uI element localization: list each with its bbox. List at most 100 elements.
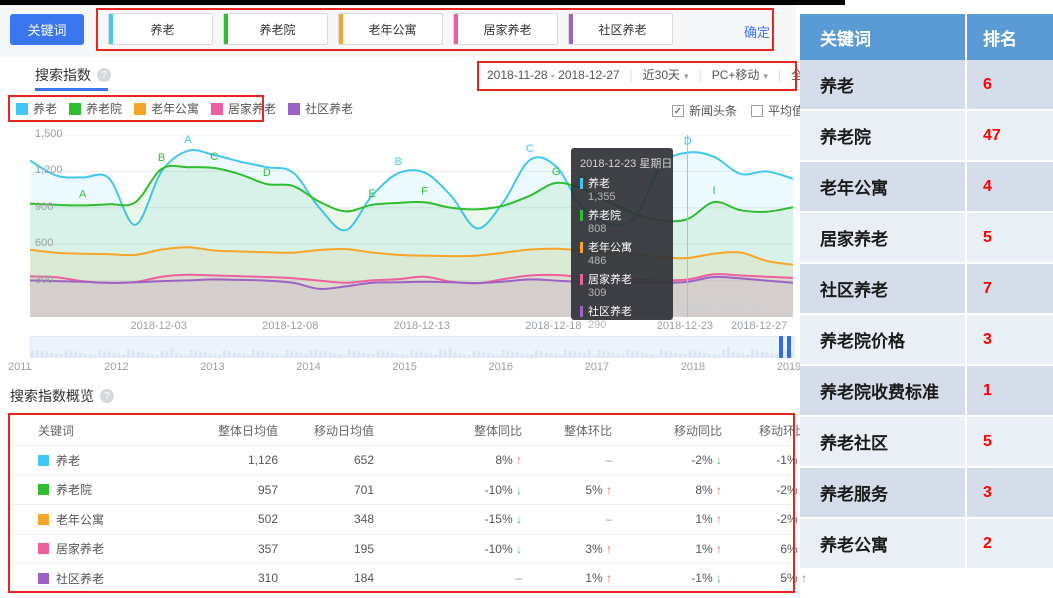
tooltip-series-label: 居家养老 bbox=[588, 271, 632, 287]
rank-table-row[interactable]: 养老院价格3 bbox=[800, 315, 1053, 366]
rank-keyword-cell: 老年公寓 bbox=[800, 162, 965, 211]
checkbox-average[interactable]: 平均值 bbox=[751, 102, 804, 119]
rank-table-row[interactable]: 养老院收费标准1 bbox=[800, 366, 1053, 417]
x-axis-tick: 2018-12-08 bbox=[262, 320, 318, 332]
overview-value-cell: 6% ↑ bbox=[722, 542, 807, 556]
peak-letter-marker[interactable]: G bbox=[552, 166, 561, 178]
rank-table-row[interactable]: 养老院47 bbox=[800, 111, 1053, 162]
table-row[interactable]: 养老院957701-10% ↓5% ↑8% ↑-2% ↓ bbox=[10, 475, 793, 505]
table-row[interactable]: 老年公寓502348-15% ↓–1% ↑-2% ↓ bbox=[10, 504, 793, 534]
rank-table-row[interactable]: 养老服务3 bbox=[800, 468, 1053, 519]
rank-table-row[interactable]: 社区养老7 bbox=[800, 264, 1053, 315]
peak-letter-marker[interactable]: A bbox=[184, 134, 192, 146]
confirm-link[interactable]: 确定 bbox=[744, 22, 770, 41]
rank-value-cell: 3 bbox=[965, 315, 1053, 364]
peak-letter-marker[interactable]: I bbox=[713, 185, 716, 197]
help-icon[interactable]: ? bbox=[100, 389, 114, 403]
rank-header-keyword: 关键词 bbox=[800, 14, 965, 60]
legend-swatch bbox=[16, 103, 28, 115]
percent-value: -15% bbox=[485, 512, 516, 526]
peak-letter-marker[interactable]: F bbox=[421, 185, 428, 197]
table-row[interactable]: 居家养老357195-10% ↓3% ↑1% ↑6% ↑ bbox=[10, 534, 793, 564]
keyword-input[interactable] bbox=[573, 14, 672, 44]
period-dropdown[interactable]: 近30天▾ bbox=[643, 66, 689, 83]
keyword-input[interactable] bbox=[228, 14, 327, 44]
slider-handle-left[interactable] bbox=[779, 336, 783, 358]
peak-letter-marker[interactable]: A bbox=[79, 188, 87, 200]
help-icon[interactable]: ? bbox=[97, 68, 111, 82]
legend-item[interactable]: 居家养老 bbox=[211, 100, 276, 117]
percent-value: 8% bbox=[695, 483, 716, 497]
date-range-control[interactable]: 2018-11-28 - 2018-12-27 bbox=[487, 68, 620, 82]
legend-label: 老年公寓 bbox=[151, 100, 199, 117]
section-search-index: 搜索指数 ? bbox=[35, 65, 111, 85]
chart-svg: ABCDABCDEFGHI bbox=[30, 130, 793, 320]
overview-keyword-cell: 养老 bbox=[38, 452, 206, 469]
tooltip-series-value: 290 bbox=[588, 319, 664, 331]
device-dropdown[interactable]: PC+移动▾ bbox=[712, 66, 768, 83]
timeline-year: 2019 bbox=[777, 361, 801, 373]
overview-header-cell: 整体同比 bbox=[374, 422, 522, 439]
peak-letter-marker[interactable]: C bbox=[526, 143, 534, 155]
peak-letter-marker[interactable]: E bbox=[368, 188, 375, 200]
timeline-year: 2011 bbox=[8, 361, 32, 373]
slider-handle-right[interactable] bbox=[787, 336, 791, 358]
legend-item[interactable]: 社区养老 bbox=[288, 100, 353, 117]
peak-letter-marker[interactable]: D bbox=[263, 167, 271, 179]
timeline-slider[interactable] bbox=[30, 336, 795, 358]
peak-letter-marker[interactable]: B bbox=[395, 156, 402, 168]
rank-value-cell: 47 bbox=[965, 111, 1053, 160]
rank-table-row[interactable]: 老年公寓4 bbox=[800, 162, 1053, 213]
rank-table-row[interactable]: 养老公寓2 bbox=[800, 519, 1053, 570]
tooltip-color-chip bbox=[580, 242, 583, 253]
x-axis-tick: 2018-12-23 bbox=[657, 320, 713, 332]
table-row[interactable]: 社区养老310184–1% ↑-1% ↓5% ↑ bbox=[10, 563, 793, 593]
chevron-down-icon: ▾ bbox=[684, 71, 689, 81]
tooltip-series-name: 社区养老 bbox=[580, 303, 664, 319]
overview-value-cell: 1,126 bbox=[206, 453, 278, 467]
tooltip-series-name: 老年公寓 bbox=[580, 239, 664, 255]
hover-line bbox=[687, 135, 688, 317]
checkbox-news[interactable]: ✓新闻头条 bbox=[672, 102, 737, 119]
overview-value-cell: -15% ↓ bbox=[374, 512, 522, 526]
overview-table-header: 关键词整体日均值移动日均值整体同比整体环比移动同比移动环比 bbox=[10, 415, 793, 445]
keyword-input[interactable] bbox=[343, 14, 442, 44]
overview-value-cell: 5% ↑ bbox=[522, 483, 612, 497]
chart-tooltip: 2018-12-23 星期日 养老1,355养老院808老年公寓486居家养老3… bbox=[571, 148, 673, 320]
overview-keyword-label: 养老院 bbox=[56, 481, 92, 498]
keyword-input[interactable] bbox=[458, 14, 557, 44]
y-axis-tick: 600 bbox=[35, 237, 53, 249]
rank-keyword-cell: 养老 bbox=[800, 60, 965, 109]
keyword-button[interactable]: 关键词 bbox=[10, 14, 84, 45]
keyword-input[interactable] bbox=[113, 14, 212, 44]
y-axis-tick: 300 bbox=[35, 274, 53, 286]
percent-value: 8% bbox=[495, 453, 516, 467]
rank-table-row[interactable]: 养老社区5 bbox=[800, 417, 1053, 468]
peak-letter-marker[interactable]: B bbox=[158, 152, 165, 164]
tooltip-series-value: 1,355 bbox=[588, 191, 664, 203]
overview-value-cell: 348 bbox=[278, 512, 374, 526]
legend-label: 养老院 bbox=[86, 100, 122, 117]
table-row[interactable]: 养老1,1266528% ↑–-2% ↓-1% ↓ bbox=[10, 445, 793, 475]
legend-item[interactable]: 老年公寓 bbox=[134, 100, 199, 117]
slider-histogram bbox=[31, 337, 794, 357]
peak-letter-marker[interactable]: C bbox=[210, 151, 218, 163]
overview-value-cell: 5% ↑ bbox=[722, 571, 807, 585]
legend-item[interactable]: 养老 bbox=[16, 100, 57, 117]
rank-table-row[interactable]: 养老6 bbox=[800, 60, 1053, 111]
rank-keyword-cell: 养老公寓 bbox=[800, 519, 965, 568]
dash-value: – bbox=[605, 453, 612, 467]
x-axis-tick: 2018-12-13 bbox=[394, 320, 450, 332]
overview-value-cell: 3% ↑ bbox=[522, 542, 612, 556]
legend-item[interactable]: 养老院 bbox=[69, 100, 122, 117]
overview-value-cell: 1% ↑ bbox=[612, 512, 722, 526]
rank-table-row[interactable]: 居家养老5 bbox=[800, 213, 1053, 264]
keyword-color-chip bbox=[38, 455, 49, 466]
rank-value-cell: 5 bbox=[965, 417, 1053, 466]
tooltip-color-chip bbox=[580, 274, 583, 285]
overview-value-cell: 195 bbox=[278, 542, 374, 556]
rank-header-rank: 排名 bbox=[965, 14, 1053, 60]
rank-keyword-cell: 养老院收费标准 bbox=[800, 366, 965, 415]
rank-value-cell: 1 bbox=[965, 366, 1053, 415]
overview-value-cell: 8% ↑ bbox=[374, 453, 522, 467]
